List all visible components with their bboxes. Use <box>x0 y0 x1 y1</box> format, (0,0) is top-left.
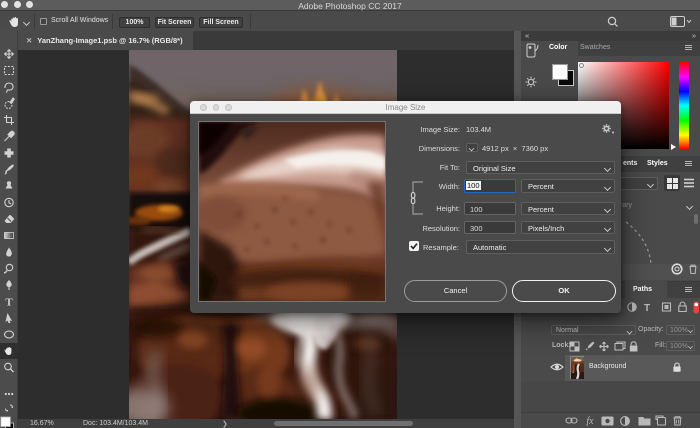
svg-text:fx: fx <box>586 416 594 426</box>
svg-text:T: T <box>644 303 650 314</box>
svg-text:T: T <box>5 297 13 309</box>
